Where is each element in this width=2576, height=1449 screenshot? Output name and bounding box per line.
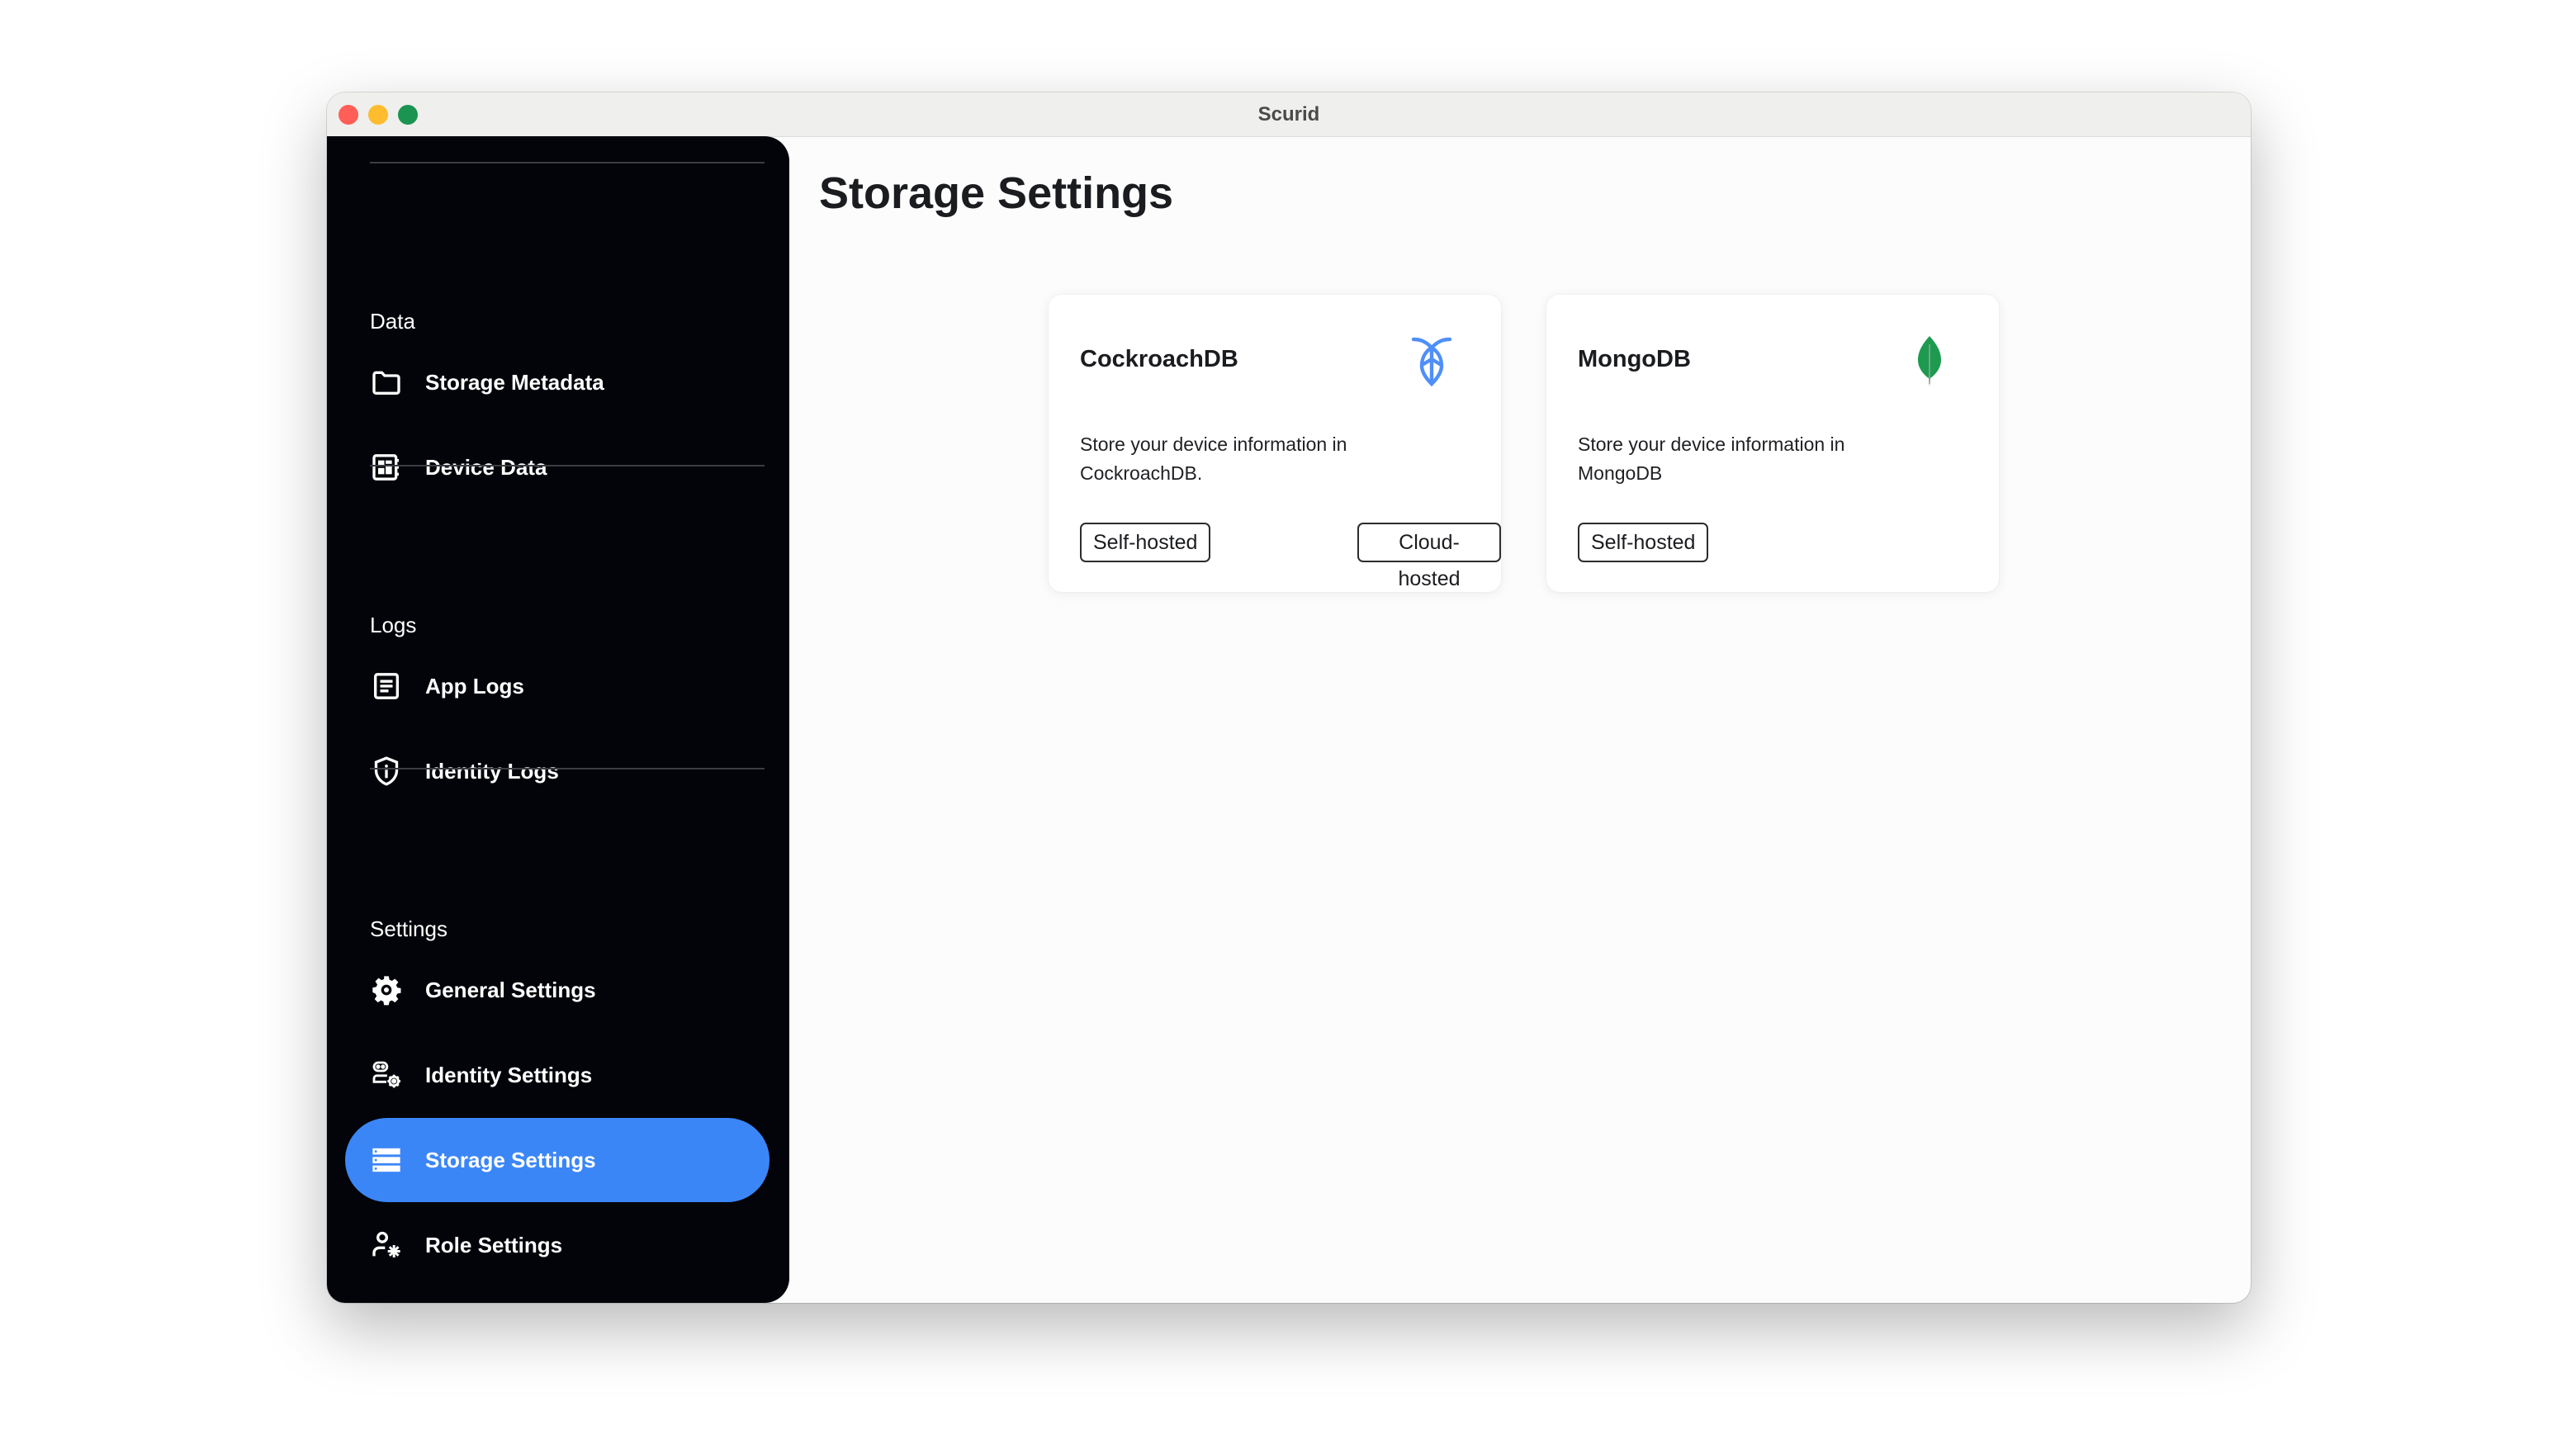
- self-hosted-button[interactable]: Self-hosted: [1578, 523, 1709, 562]
- sidebar-item-label: App Logs: [425, 673, 524, 698]
- server-stack-icon: [370, 1144, 403, 1177]
- card-description: Store your device information in Cockroa…: [1080, 433, 1347, 484]
- sidebar-item-label: Storage Settings: [425, 1147, 596, 1172]
- sidebar-item-role-settings[interactable]: Role Settings: [345, 1203, 769, 1287]
- sidebar-item-label: General Settings: [425, 977, 596, 1002]
- identity-gear-icon: [370, 1058, 403, 1091]
- sidebar-section-settings: Settings: [370, 916, 447, 941]
- sidebar-item-general-settings[interactable]: General Settings: [345, 948, 769, 1032]
- storage-card-mongodb: MongoDB Store your device information in…: [1546, 295, 1999, 592]
- main-content: Storage Settings CockroachDB Store your …: [789, 136, 2251, 1303]
- sidebar: Data Storage Metadata Device Data Logs A…: [327, 136, 789, 1303]
- sidebar-item-label: Identity Settings: [425, 1062, 593, 1087]
- cockroachdb-logo-icon: [1411, 337, 1452, 387]
- sidebar-item-storage-settings[interactable]: Storage Settings: [345, 1118, 769, 1202]
- cloud-hosted-button[interactable]: Cloud-hosted: [1357, 523, 1501, 590]
- sidebar-item-storage-metadata[interactable]: Storage Metadata: [345, 340, 769, 424]
- sidebar-section-logs: Logs: [370, 613, 417, 637]
- sidebar-divider: [370, 162, 765, 163]
- sidebar-divider: [370, 768, 765, 769]
- app-window: Scurid Data Storage Metadata Device Data…: [327, 92, 2251, 1303]
- sidebar-item-identity-settings[interactable]: Identity Settings: [345, 1033, 769, 1117]
- card-title: MongoDB: [1578, 346, 1691, 372]
- storage-card-cockroachdb: CockroachDB Store your device informatio…: [1049, 295, 1501, 592]
- sidebar-item-identity-logs[interactable]: Identity Logs: [345, 729, 769, 813]
- mongodb-leaf-icon: [1918, 336, 1941, 386]
- sidebar-divider: [370, 465, 765, 466]
- sidebar-section-data: Data: [370, 309, 415, 334]
- sidebar-item-label: Role Settings: [425, 1232, 563, 1257]
- device-data-icon: [370, 451, 403, 484]
- card-description: Store your device information in MongoDB: [1578, 433, 1845, 484]
- self-hosted-button[interactable]: Self-hosted: [1080, 523, 1211, 562]
- sidebar-item-label: Identity Logs: [425, 758, 559, 784]
- title-bar: Scurid: [327, 92, 2251, 137]
- sidebar-item-label: Device Data: [425, 454, 547, 480]
- sidebar-item-label: Storage Metadata: [425, 369, 604, 395]
- sidebar-item-user-settings[interactable]: User Settings: [345, 1288, 769, 1303]
- sidebar-item-app-logs[interactable]: App Logs: [345, 644, 769, 728]
- card-title: CockroachDB: [1080, 346, 1238, 372]
- user-gear-icon: [370, 1229, 403, 1262]
- gear-icon: [370, 973, 403, 1006]
- shield-info-icon: [370, 755, 403, 788]
- document-lines-icon: [370, 670, 403, 703]
- folder-icon: [370, 366, 403, 399]
- sidebar-item-device-data[interactable]: Device Data: [345, 425, 769, 509]
- window-title: Scurid: [1257, 103, 1320, 125]
- page-title: Storage Settings: [819, 168, 1174, 218]
